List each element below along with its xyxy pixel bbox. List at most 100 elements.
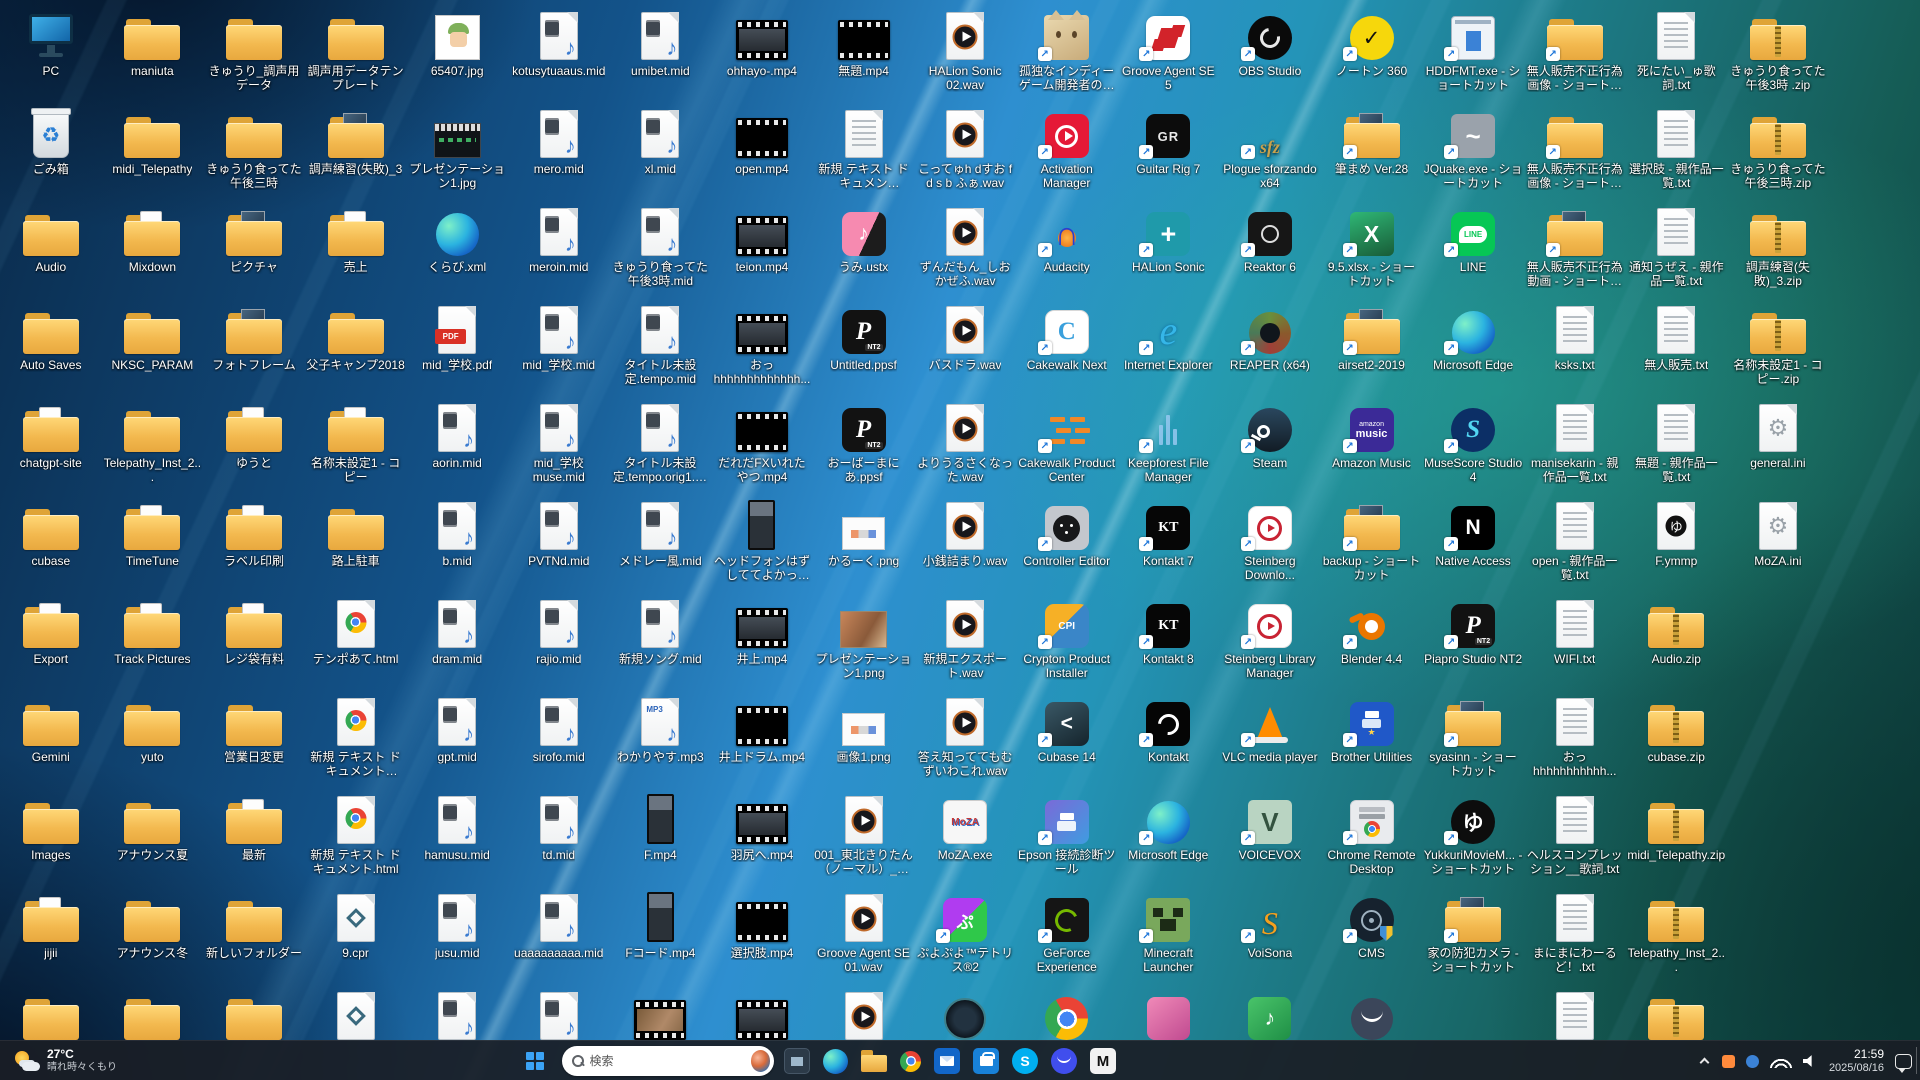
desktop-icon[interactable]: CPI↗Crypton Product Installer [1016, 596, 1118, 694]
desktop-icon[interactable]: ✓↗ノートン 360 [1321, 8, 1423, 106]
desktop-icon[interactable]: <↗Cubase 14 [1016, 694, 1118, 792]
desktop-icon[interactable]: yuto [102, 694, 204, 792]
desktop-icon[interactable]: レジ袋有料 [203, 596, 305, 694]
wifi-icon[interactable] [1770, 1055, 1792, 1068]
desktop-icon[interactable]: teion.mp4 [711, 204, 813, 302]
desktop-icon[interactable]: Audio [0, 204, 102, 302]
desktop-icon[interactable]: 無人販売.txt [1626, 302, 1728, 400]
weather-widget[interactable]: 27°C 晴れ時々くもり [6, 1041, 125, 1080]
desktop-icon[interactable]: ↗筆まめ Ver.28 [1321, 106, 1423, 204]
desktop-icon[interactable]: ♪sirofo.mid [508, 694, 610, 792]
desktop-icon[interactable]: ↗Microsoft Edge [1422, 302, 1524, 400]
desktop-icon[interactable]: Fコード.mp4 [610, 890, 712, 988]
desktop-icon[interactable]: かるーく.png [813, 498, 915, 596]
desktop-icon[interactable]: ↗Cakewalk Product Center [1016, 400, 1118, 498]
desktop-icon[interactable]: 答え知っててもむずいわこれ.wav [914, 694, 1016, 792]
desktop-area[interactable]: PCmaniutaきゅうり_調声用データ調声用データテンプレート65407.jp… [0, 0, 1920, 1040]
desktop-icon[interactable]: ↗Kontakt [1118, 694, 1220, 792]
desktop-icon[interactable]: maniuta [102, 8, 204, 106]
desktop-icon[interactable]: Audio.zip [1626, 596, 1728, 694]
desktop-icon[interactable] [914, 988, 1016, 1040]
desktop-icon[interactable]: 選択肢 - 親作品一覧.txt [1626, 106, 1728, 204]
desktop-icon[interactable]: Images [0, 792, 102, 890]
desktop-icon[interactable]: ♪新規ソング.mid [610, 596, 712, 694]
desktop-icon[interactable]: cubase [0, 498, 102, 596]
desktop-icon[interactable]: だれだFXいれたやつ.mp4 [711, 400, 813, 498]
desktop-icon[interactable]: WIFI.txt [1524, 596, 1626, 694]
desktop-icon[interactable]: 父子キャンプ2018 [305, 302, 407, 400]
desktop-icon[interactable]: ↗Steinberg Downlo... [1219, 498, 1321, 596]
desktop-icon[interactable] [711, 988, 813, 1040]
desktop-icon[interactable]: ♪dram.mid [406, 596, 508, 694]
desktop-icon[interactable]: MP3♪わかりやす.mp3 [610, 694, 712, 792]
desktop-icon[interactable]: バスドラ.wav [914, 302, 1016, 400]
desktop-icon[interactable]: ohhayo-.mp4 [711, 8, 813, 106]
taskbar-app-chrome[interactable] [900, 1051, 921, 1072]
desktop-icon[interactable]: 選択肢.mp4 [711, 890, 813, 988]
desktop-icon[interactable]: LINE↗LINE [1422, 204, 1524, 302]
desktop-icon[interactable]: e↗Internet Explorer [1118, 302, 1220, 400]
desktop-icon[interactable]: ♪ [508, 988, 610, 1040]
search-input[interactable] [590, 1054, 745, 1068]
desktop-icon[interactable]: ↗孤独なインディーゲーム開発者の一生 ... [1016, 8, 1118, 106]
desktop-icon[interactable]: ♪rajio.mid [508, 596, 610, 694]
desktop-icon[interactable]: ↗Steam [1219, 400, 1321, 498]
desktop-icon[interactable]: ♪gpt.mid [406, 694, 508, 792]
desktop-icon[interactable]: 羽尻へ.mp4 [711, 792, 813, 890]
desktop-icon[interactable]: ♪きゅうり食ってた午後3時.mid [610, 204, 712, 302]
hidden-icons-chevron[interactable] [1699, 1055, 1711, 1067]
desktop-icon[interactable]: PNT2おーばーまにあ.ppsf [813, 400, 915, 498]
desktop-icon[interactable]: 新規 テキスト ドキュメント.musicxml [813, 106, 915, 204]
desktop-icon[interactable]: ♪うみ.ustx [813, 204, 915, 302]
volume-icon[interactable] [1803, 1055, 1818, 1068]
desktop-icon[interactable]: ★↗Brother Utilities [1321, 694, 1423, 792]
desktop-icon[interactable]: ♪aorin.mid [406, 400, 508, 498]
taskbar-app-microsoft-store[interactable] [973, 1048, 999, 1074]
desktop-icon[interactable]: ♪umibet.mid [610, 8, 712, 106]
desktop-icon[interactable]: ↗Steinberg Library Manager [1219, 596, 1321, 694]
desktop-icon[interactable]: open - 親作品一覧.txt [1524, 498, 1626, 596]
desktop-icon[interactable]: ♻ごみ箱 [0, 106, 102, 204]
desktop-icon[interactable]: X↗9.5.xlsx - ショートカット [1321, 204, 1423, 302]
desktop-icon[interactable]: ♪b.mid [406, 498, 508, 596]
desktop-icon[interactable]: Export [0, 596, 102, 694]
desktop-icon[interactable] [1321, 988, 1423, 1040]
desktop-icon[interactable]: ♪ [1219, 988, 1321, 1040]
desktop-icon[interactable] [813, 988, 915, 1040]
desktop-icon[interactable]: ヘッドフォンはずしててよかっt.mp4 [711, 498, 813, 596]
desktop-icon[interactable]: Telepathy_Inst_2... [102, 400, 204, 498]
desktop-icon[interactable]: +↗HALion Sonic [1118, 204, 1220, 302]
desktop-icon[interactable]: きゅうり食ってた午後三時.zip [1727, 106, 1829, 204]
desktop-icon[interactable]: ♪xl.mid [610, 106, 712, 204]
desktop-icon[interactable]: 名称未設定1 - コピー [305, 400, 407, 498]
desktop-icon[interactable]: ↗Minecraft Launcher [1118, 890, 1220, 988]
desktop-icon[interactable]: N↗Native Access [1422, 498, 1524, 596]
desktop-icon[interactable]: ♪mero.mid [508, 106, 610, 204]
desktop-icon[interactable]: 65407.jpg [406, 8, 508, 106]
desktop-icon[interactable]: ↗無人販売不正行為動画 - ショートカット [1524, 204, 1626, 302]
desktop-icon[interactable]: 001_東北きりたん（ノーマル）_今じゃ... [813, 792, 915, 890]
notification-center-icon[interactable] [1895, 1054, 1912, 1069]
desktop-icon[interactable]: cubase.zip [1626, 694, 1728, 792]
desktop-icon[interactable]: HALion Sonic 02.wav [914, 8, 1016, 106]
desktop-icon[interactable]: ♪jusu.mid [406, 890, 508, 988]
desktop-icon[interactable]: ↗airset2-2019 [1321, 302, 1423, 400]
desktop-icon[interactable]: おっ hhhhhhhhhhhhh... [711, 302, 813, 400]
desktop-icon[interactable]: 営業日変更 [203, 694, 305, 792]
desktop-icon[interactable]: 井上ドラム.mp4 [711, 694, 813, 792]
desktop-icon[interactable]: jijii [0, 890, 102, 988]
taskbar-app-discord[interactable] [1051, 1048, 1077, 1074]
desktop-icon[interactable]: ~↗JQuake.exe - ショートカット [1422, 106, 1524, 204]
desktop-icon[interactable]: open.mp4 [711, 106, 813, 204]
desktop-icon[interactable]: MoZAMoZA.exe [914, 792, 1016, 890]
desktop-icon[interactable]: sfz↗Plogue sforzando x64 [1219, 106, 1321, 204]
desktop-icon[interactable]: ↗家の防犯カメラ - ショートカット [1422, 890, 1524, 988]
desktop-icon[interactable]: KT↗Kontakt 8 [1118, 596, 1220, 694]
desktop-icon[interactable]: 死にたい_ゅ歌詞.txt [1626, 8, 1728, 106]
desktop-icon[interactable] [610, 988, 712, 1040]
desktop-icon[interactable]: ぷ↗ぷよぷよ™テトリス®2 [914, 890, 1016, 988]
start-button[interactable] [518, 1044, 552, 1078]
desktop-icon[interactable]: 売上 [305, 204, 407, 302]
desktop-icon[interactable]: ♪タイトル未設定.tempo.mid [610, 302, 712, 400]
desktop-icon[interactable]: chatgpt-site [0, 400, 102, 498]
